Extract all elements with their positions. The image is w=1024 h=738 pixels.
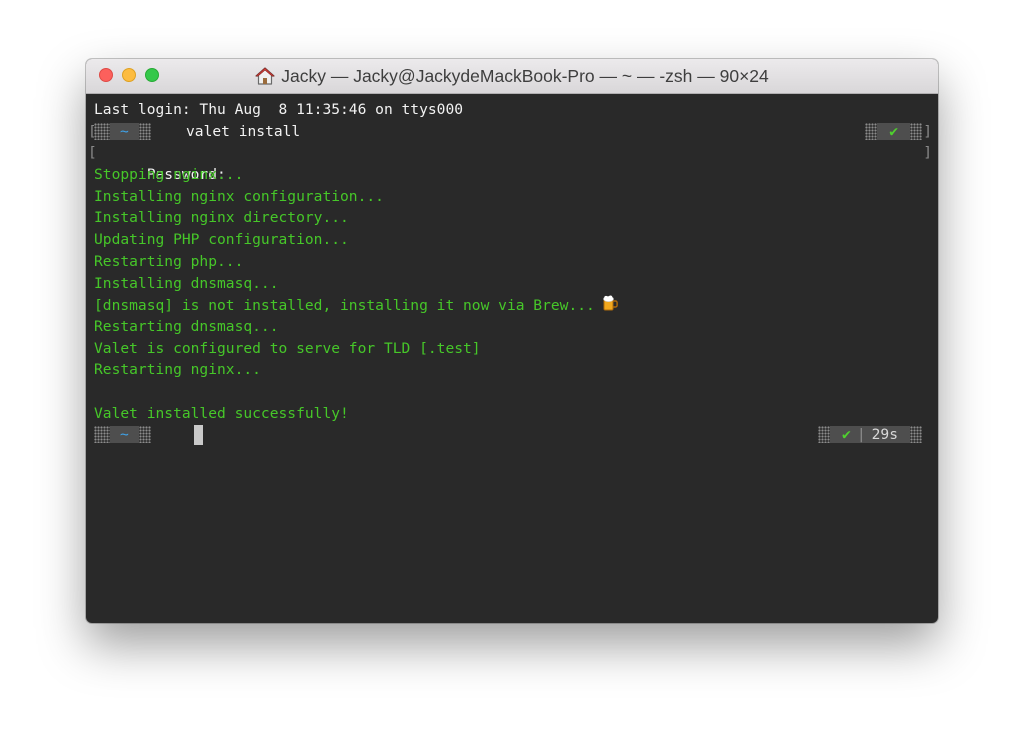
text-cursor xyxy=(194,425,203,446)
command-prompt-line: [ ~ valet install ✔ ] xyxy=(88,121,938,143)
window-title: Jacky — Jacky@JackydeMackBook-Pro — ~ — … xyxy=(86,59,938,96)
terminal-window: Jacky — Jacky@JackydeMackBook-Pro — ~ — … xyxy=(86,59,938,623)
password-line: [Password: ] xyxy=(88,142,938,183)
final-prompt-line: ~ ✔ | 29s xyxy=(94,424,938,446)
dither-block xyxy=(865,122,878,140)
dither-block xyxy=(138,426,151,444)
window-title-text: Jacky — Jacky@JackydeMackBook-Pro — ~ — … xyxy=(281,66,769,86)
line-bracket-left: [ xyxy=(88,144,97,162)
output-line: Installing nginx configuration... xyxy=(94,187,384,205)
dither-block xyxy=(818,426,831,444)
typed-command: valet install xyxy=(186,122,301,140)
output-line-text: [dnsmasq] is not installed, installing i… xyxy=(94,297,595,315)
output-line: Stopping nginx... xyxy=(94,166,244,184)
status-separator: | xyxy=(856,426,866,444)
status-segment: ✔ | 29s xyxy=(830,426,910,444)
output-line: Installing nginx directory... xyxy=(94,209,349,227)
output-line: Restarting php... xyxy=(94,252,244,270)
dither-block xyxy=(910,426,922,444)
status-check-icon: ✔ xyxy=(842,426,851,444)
dither-block xyxy=(138,122,151,140)
output-line: Valet is configured to serve for TLD [.t… xyxy=(94,339,481,357)
output-line-brew: [dnsmasq] is not installed, installing i… xyxy=(94,294,938,316)
last-login-line: Last login: Thu Aug 8 11:35:46 on ttys00… xyxy=(94,101,464,118)
output-line: Restarting dnsmasq... xyxy=(94,317,279,335)
prompt-directory: ~ xyxy=(110,122,139,140)
home-icon xyxy=(255,62,275,96)
output-line: Updating PHP configuration... xyxy=(94,231,349,249)
dither-block xyxy=(910,122,922,140)
dither-block xyxy=(94,122,110,140)
prompt-segment-left: ~ xyxy=(94,424,151,446)
line-bracket-right: ] xyxy=(923,144,932,162)
status-check-icon: ✔ xyxy=(877,122,910,140)
terminal-content[interactable]: Last login: Thu Aug 8 11:35:46 on ttys00… xyxy=(86,94,938,446)
title-bar[interactable]: Jacky — Jacky@JackydeMackBook-Pro — ~ — … xyxy=(86,59,938,94)
prompt-segment-right: ✔ | 29s xyxy=(818,424,922,446)
prompt-segment-right: ✔ xyxy=(865,121,922,143)
line-bracket-right: ] xyxy=(923,122,932,140)
output-line: Restarting nginx... xyxy=(94,361,261,379)
dither-block xyxy=(94,426,110,444)
prompt-segment-left: ~ xyxy=(94,121,151,143)
output-line: Installing dnsmasq... xyxy=(94,274,279,292)
output-line: Valet installed successfully! xyxy=(94,404,349,422)
prompt-directory: ~ xyxy=(110,426,139,444)
elapsed-time: 29s xyxy=(871,426,898,444)
